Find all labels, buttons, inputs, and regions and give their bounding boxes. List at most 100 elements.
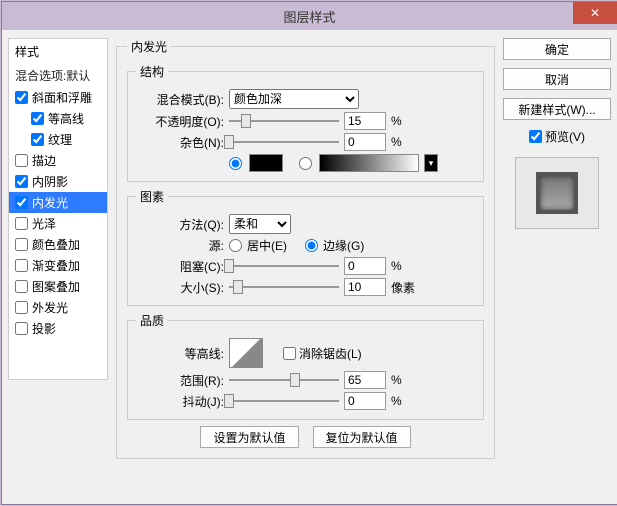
style-checkbox-8[interactable] <box>15 259 28 272</box>
gradient-radio[interactable] <box>299 157 312 170</box>
quality-legend: 品质 <box>136 312 168 329</box>
style-label-8: 渐变叠加 <box>32 257 80 274</box>
layer-style-dialog: 图层样式 ✕ 样式 混合选项:默认 斜面和浮雕等高线纹理描边内阴影内发光光泽颜色… <box>1 1 617 505</box>
source-center[interactable]: 居中(E) <box>229 237 287 254</box>
jitter-unit: % <box>391 394 402 408</box>
style-item-7[interactable]: 颜色叠加 <box>9 234 107 255</box>
blend-options-row[interactable]: 混合选项:默认 <box>9 64 107 87</box>
style-checkbox-10[interactable] <box>15 301 28 314</box>
style-item-9[interactable]: 图案叠加 <box>9 276 107 297</box>
sidebar-header: 样式 <box>9 39 45 64</box>
jitter-label: 抖动(J): <box>136 393 224 410</box>
noise-unit: % <box>391 135 402 149</box>
styles-sidebar: 样式 混合选项:默认 斜面和浮雕等高线纹理描边内阴影内发光光泽颜色叠加渐变叠加图… <box>8 38 108 380</box>
close-button[interactable]: ✕ <box>573 2 617 24</box>
source-edge-radio[interactable] <box>305 239 318 252</box>
gradient-swatch[interactable] <box>319 154 419 172</box>
choke-slider[interactable] <box>229 258 339 274</box>
style-label-9: 图案叠加 <box>32 278 80 295</box>
style-item-11[interactable]: 投影 <box>9 318 107 339</box>
style-item-1[interactable]: 等高线 <box>9 108 107 129</box>
right-panel: 确定 取消 新建样式(W)... 预览(V) <box>503 38 611 496</box>
style-item-0[interactable]: 斜面和浮雕 <box>9 87 107 108</box>
style-label-11: 投影 <box>32 320 56 337</box>
antialias-check[interactable]: 消除锯齿(L) <box>283 345 362 362</box>
range-slider[interactable] <box>229 372 339 388</box>
jitter-slider[interactable] <box>229 393 339 409</box>
content: 样式 混合选项:默认 斜面和浮雕等高线纹理描边内阴影内发光光泽颜色叠加渐变叠加图… <box>2 30 617 504</box>
style-item-4[interactable]: 内阴影 <box>9 171 107 192</box>
style-label-10: 外发光 <box>32 299 68 316</box>
style-label-0: 斜面和浮雕 <box>32 89 92 106</box>
style-label-4: 内阴影 <box>32 173 68 190</box>
new-style-button[interactable]: 新建样式(W)... <box>503 98 611 120</box>
reset-default-button[interactable]: 复位为默认值 <box>313 426 411 448</box>
window-title: 图层样式 <box>283 7 335 26</box>
size-input[interactable] <box>344 278 386 296</box>
gradient-dropdown-icon[interactable]: ▾ <box>424 154 438 172</box>
titlebar: 图层样式 ✕ <box>2 2 617 30</box>
color-radio-wrap[interactable] <box>229 157 244 170</box>
opacity-input[interactable] <box>344 112 386 130</box>
range-input[interactable] <box>344 371 386 389</box>
style-checkbox-4[interactable] <box>15 175 28 188</box>
blend-mode-select[interactable]: 颜色加深 <box>229 89 359 109</box>
preview-checkbox[interactable] <box>529 130 542 143</box>
gradient-radio-wrap[interactable] <box>299 157 314 170</box>
style-checkbox-1[interactable] <box>31 112 44 125</box>
style-label-2: 纹理 <box>48 131 72 148</box>
quality-group: 品质 等高线: 消除锯齿(L) 范围(R): % 抖动(J): <box>127 312 484 420</box>
source-edge[interactable]: 边缘(G) <box>305 237 364 254</box>
style-item-6[interactable]: 光泽 <box>9 213 107 234</box>
opacity-slider[interactable] <box>229 113 339 129</box>
source-label: 源: <box>136 237 224 254</box>
antialias-checkbox[interactable] <box>283 347 296 360</box>
style-item-2[interactable]: 纹理 <box>9 129 107 150</box>
color-swatch[interactable] <box>249 154 283 172</box>
style-label-5: 内发光 <box>32 194 68 211</box>
range-unit: % <box>391 373 402 387</box>
size-label: 大小(S): <box>136 279 224 296</box>
style-item-8[interactable]: 渐变叠加 <box>9 255 107 276</box>
style-checkbox-5[interactable] <box>15 196 28 209</box>
style-checkbox-11[interactable] <box>15 322 28 335</box>
choke-label: 阻塞(C): <box>136 258 224 275</box>
style-checkbox-0[interactable] <box>15 91 28 104</box>
cancel-button[interactable]: 取消 <box>503 68 611 90</box>
style-item-10[interactable]: 外发光 <box>9 297 107 318</box>
style-checkbox-9[interactable] <box>15 280 28 293</box>
style-label-1: 等高线 <box>48 110 84 127</box>
style-checkbox-2[interactable] <box>31 133 44 146</box>
solid-color-radio[interactable] <box>229 157 242 170</box>
size-unit: 像素 <box>391 279 415 296</box>
jitter-input[interactable] <box>344 392 386 410</box>
noise-slider[interactable] <box>229 134 339 150</box>
choke-input[interactable] <box>344 257 386 275</box>
inner-glow-legend: 内发光 <box>127 38 171 55</box>
structure-legend: 结构 <box>136 63 168 80</box>
noise-input[interactable] <box>344 133 386 151</box>
technique-select[interactable]: 柔和 <box>229 214 291 234</box>
make-default-button[interactable]: 设置为默认值 <box>200 426 298 448</box>
source-center-radio[interactable] <box>229 239 242 252</box>
technique-label: 方法(Q): <box>136 216 224 233</box>
opacity-unit: % <box>391 114 402 128</box>
ok-button[interactable]: 确定 <box>503 38 611 60</box>
preview-box <box>515 157 599 229</box>
preview-toggle[interactable]: 预览(V) <box>503 128 611 145</box>
style-item-5[interactable]: 内发光 <box>9 192 107 213</box>
style-checkbox-3[interactable] <box>15 154 28 167</box>
close-icon: ✕ <box>590 6 600 20</box>
style-checkbox-7[interactable] <box>15 238 28 251</box>
elements-legend: 图素 <box>136 188 168 205</box>
contour-picker[interactable] <box>229 338 263 368</box>
style-label-6: 光泽 <box>32 215 56 232</box>
style-label-7: 颜色叠加 <box>32 236 80 253</box>
style-item-3[interactable]: 描边 <box>9 150 107 171</box>
size-slider[interactable] <box>229 279 339 295</box>
preview-thumbnail <box>536 172 578 214</box>
range-label: 范围(R): <box>136 372 224 389</box>
main-panel: 内发光 结构 混合模式(B): 颜色加深 不透明度(O): % 杂色(N): <box>116 38 495 496</box>
style-checkbox-6[interactable] <box>15 217 28 230</box>
choke-unit: % <box>391 259 402 273</box>
